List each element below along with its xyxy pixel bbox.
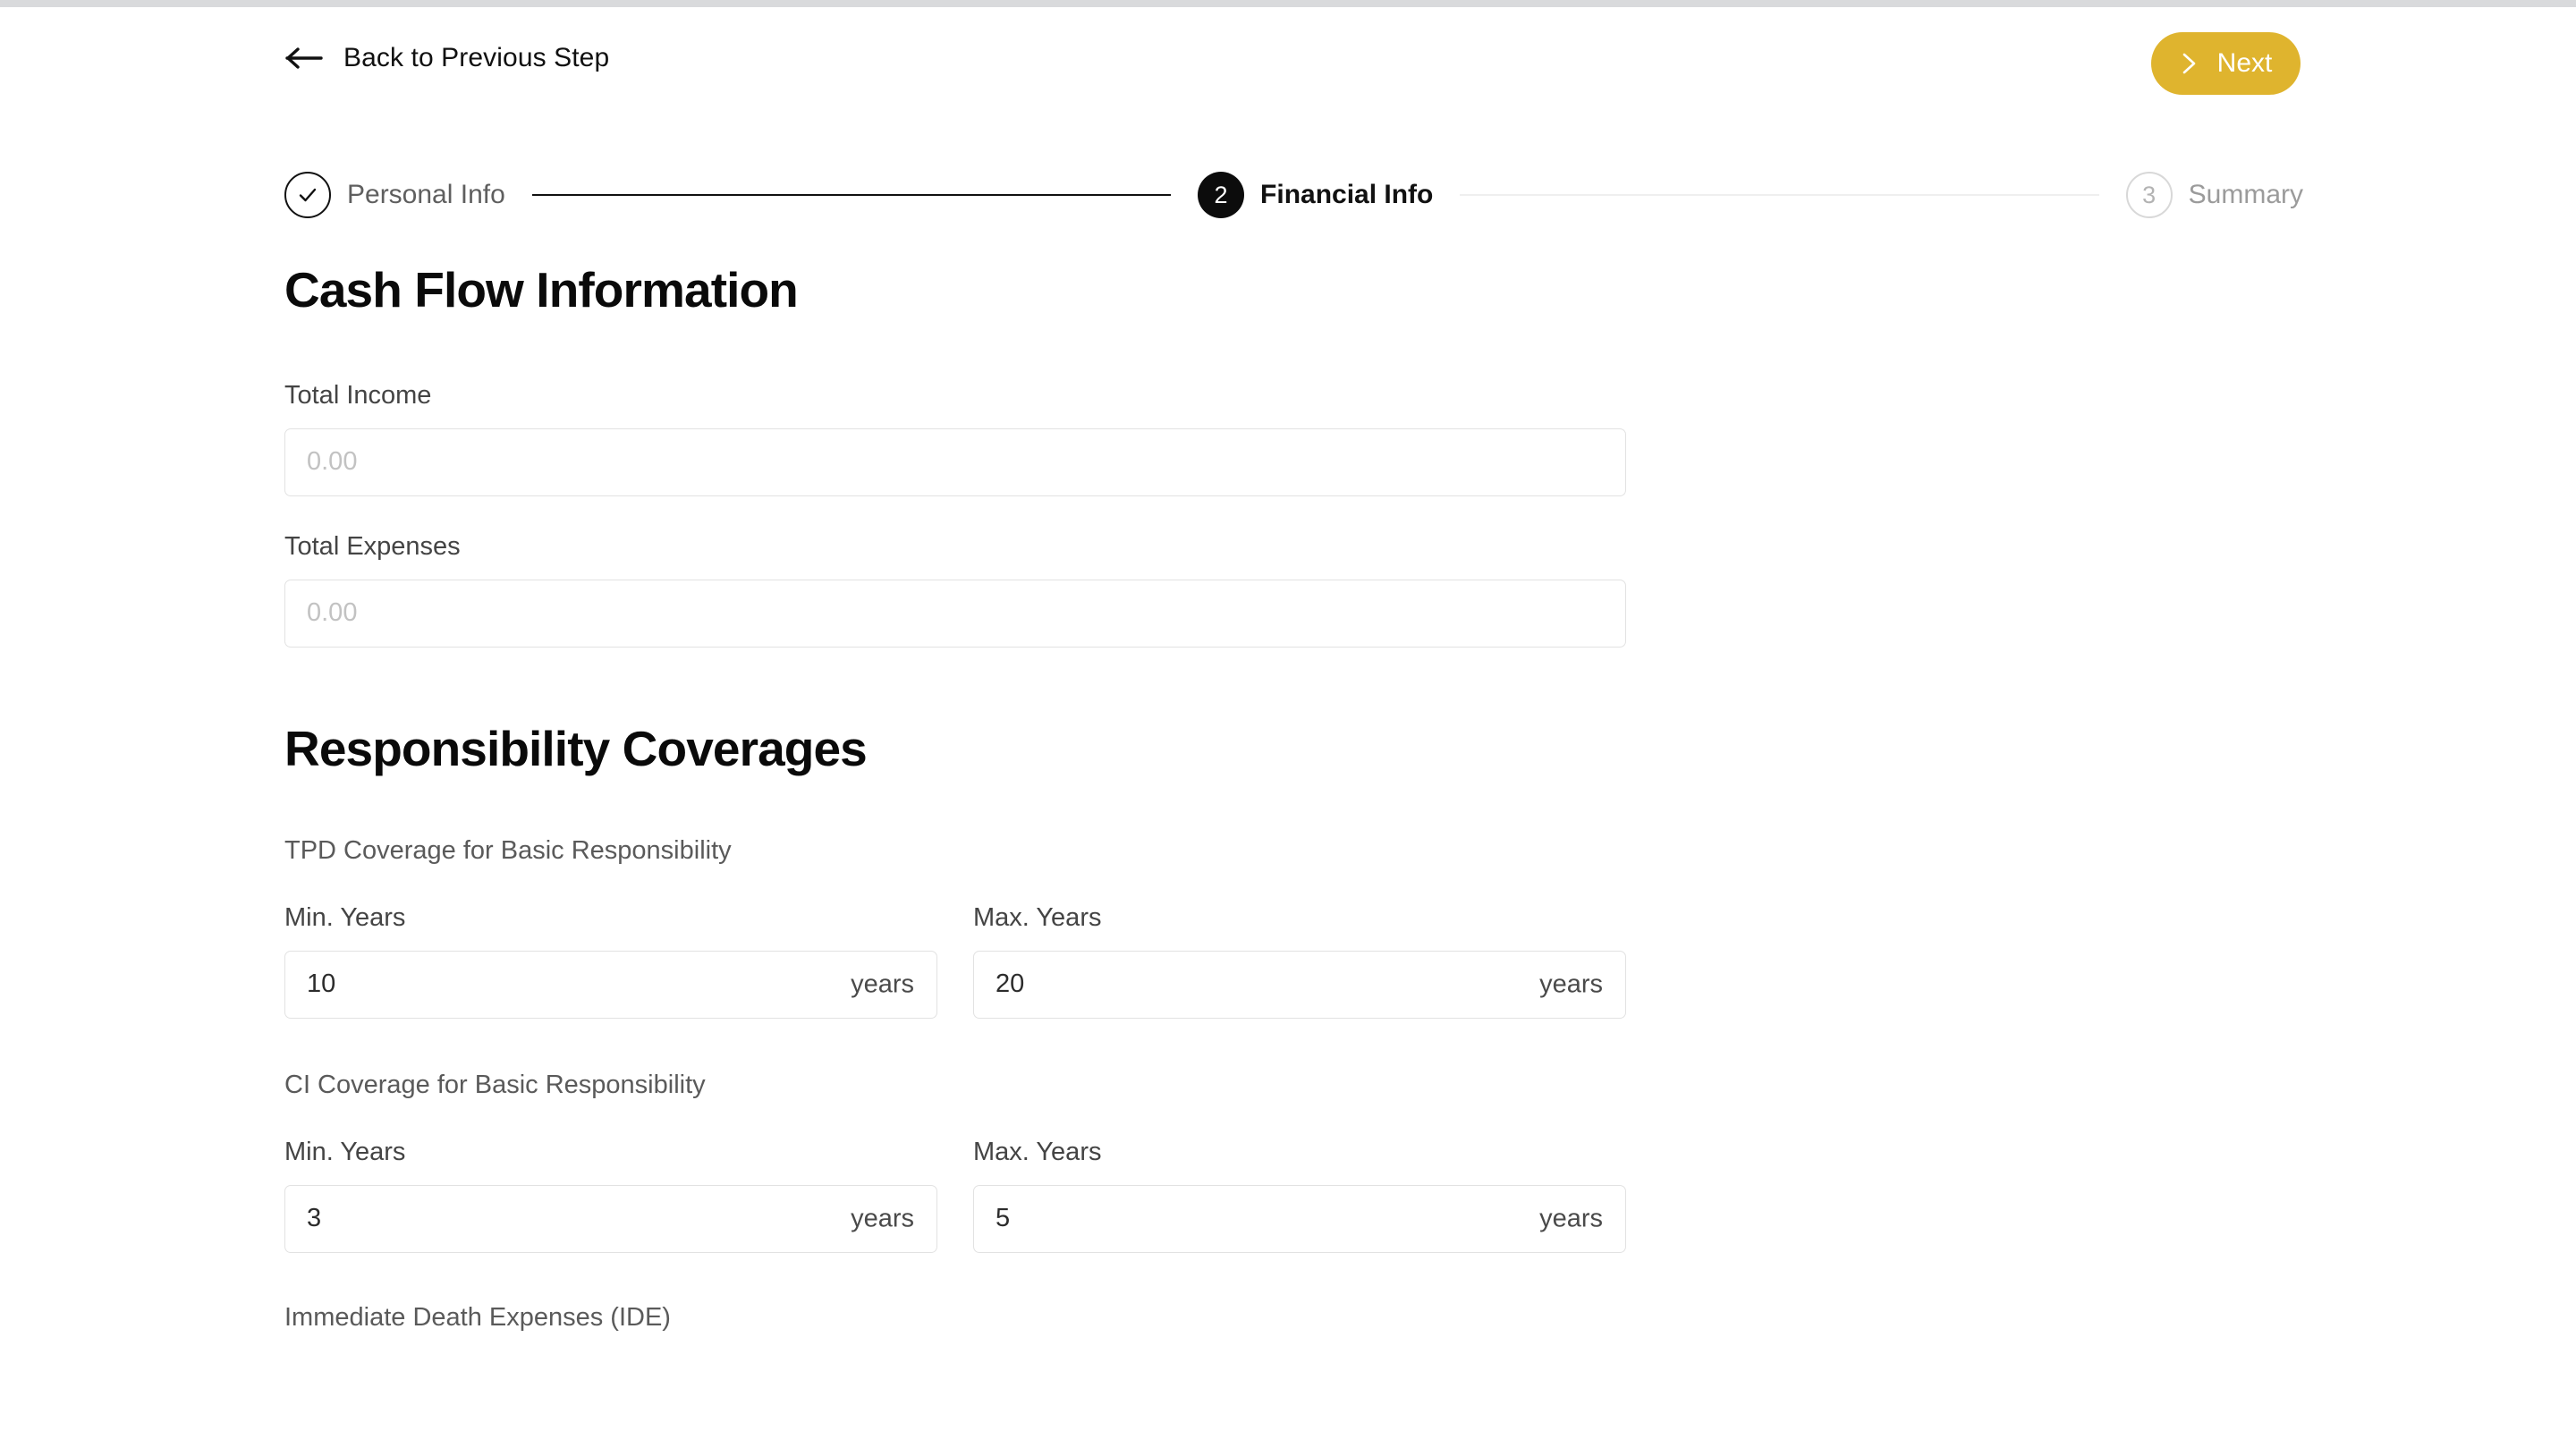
arrow-left-icon: [284, 45, 324, 72]
step-personal-info[interactable]: Personal Info: [284, 172, 505, 218]
ci-min-years-field: Min. Years years: [284, 1139, 937, 1253]
total-expenses-input[interactable]: [284, 579, 1626, 648]
financial-info-page: Back to Previous Step Next Personal Info: [0, 7, 2576, 1456]
tpd-max-years-field: Max. Years years: [973, 902, 1626, 1019]
total-income-field: Total Income: [284, 380, 1626, 496]
ci-max-years-field: Max. Years years: [973, 1139, 1626, 1253]
ci-max-years-label: Max. Years: [973, 1137, 1102, 1166]
step-1-indicator: [284, 172, 331, 218]
step-1-label: Personal Info: [347, 180, 505, 209]
step-connector-1-2: [531, 193, 1172, 197]
tpd-coverage-group: TPD Coverage for Basic Responsibility Mi…: [284, 835, 1626, 1019]
next-button[interactable]: Next: [2151, 32, 2301, 95]
progress-stepper: Personal Info 2 Financial Info 3 Summary: [284, 157, 2303, 233]
total-expenses-label: Total Expenses: [284, 531, 461, 561]
responsibility-coverages-heading: Responsibility Coverages: [284, 720, 868, 776]
tpd-coverage-title: TPD Coverage for Basic Responsibility: [284, 835, 732, 865]
back-to-previous-step-label: Back to Previous Step: [343, 43, 610, 72]
total-income-input[interactable]: [284, 427, 1626, 496]
step-2-label: Financial Info: [1260, 180, 1434, 209]
step-connector-2-3: [1460, 193, 2099, 197]
check-icon: [296, 183, 319, 207]
next-button-label: Next: [2216, 48, 2273, 78]
step-financial-info[interactable]: 2 Financial Info: [1198, 172, 1433, 218]
ide-group-title: Immediate Death Expenses (IDE): [284, 1302, 671, 1332]
ci-max-years-input[interactable]: [973, 1184, 1626, 1253]
step-3-label: Summary: [2188, 180, 2303, 209]
tpd-min-years-input[interactable]: [284, 950, 937, 1019]
total-expenses-field: Total Expenses: [284, 531, 1626, 648]
tpd-max-years-input[interactable]: [973, 950, 1626, 1019]
tpd-min-years-label: Min. Years: [284, 902, 406, 932]
step-2-indicator: 2: [1198, 172, 1245, 218]
step-summary[interactable]: 3 Summary: [2125, 172, 2303, 218]
step-3-indicator: 3: [2125, 172, 2173, 218]
ci-min-years-input[interactable]: [284, 1184, 937, 1253]
ci-min-years-label: Min. Years: [284, 1137, 406, 1166]
ci-coverage-group: CI Coverage for Basic Responsibility Min…: [284, 1070, 1626, 1253]
page-topbar: Back to Previous Step Next: [0, 7, 2576, 122]
back-to-previous-step-button[interactable]: Back to Previous Step: [284, 45, 609, 72]
total-income-label: Total Income: [284, 380, 432, 410]
tpd-min-years-field: Min. Years years: [284, 902, 937, 1019]
cash-flow-heading: Cash Flow Information: [284, 262, 799, 317]
chevron-right-icon: [2180, 51, 2199, 76]
ci-coverage-title: CI Coverage for Basic Responsibility: [284, 1070, 706, 1099]
browser-chrome-edge: [0, 0, 2576, 7]
ide-group: Immediate Death Expenses (IDE): [284, 1302, 1626, 1332]
tpd-max-years-label: Max. Years: [973, 902, 1102, 932]
form-content: Cash Flow Information Total Income Total…: [284, 262, 1626, 1332]
